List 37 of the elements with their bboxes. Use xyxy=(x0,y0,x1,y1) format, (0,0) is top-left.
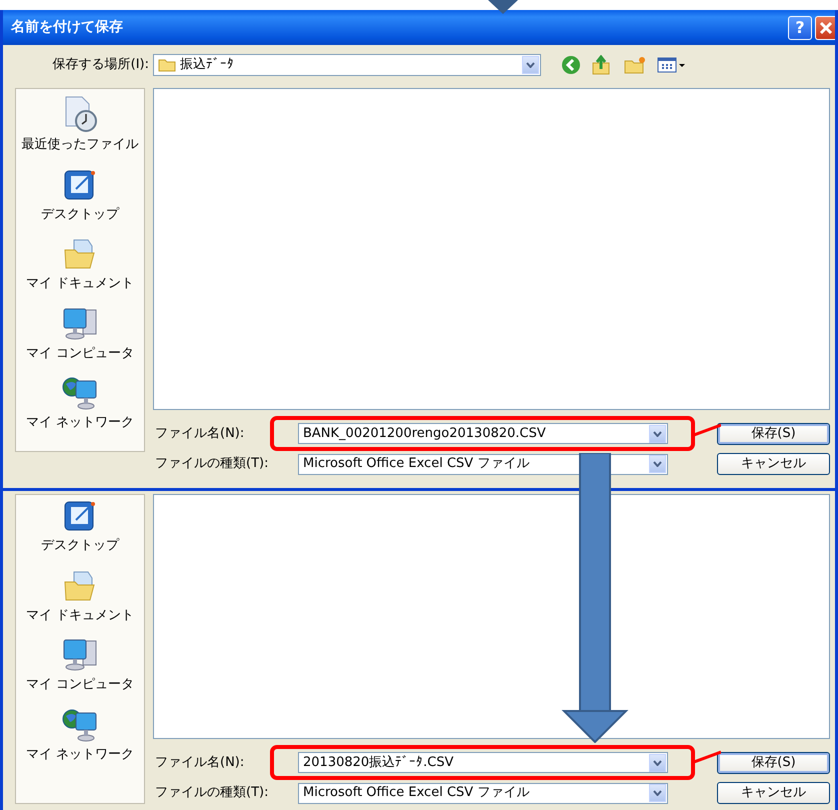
file-name-label: ファイル名(N): xyxy=(154,424,246,443)
places-item[interactable]: マイ コンピュータ xyxy=(26,637,134,694)
save-button[interactable]: 保存(S) xyxy=(717,422,830,444)
view-menu-icon[interactable] xyxy=(657,56,687,74)
window-title: 名前を付けて保存 xyxy=(11,18,124,37)
file-type-dropdown[interactable]: Microsoft Office Excel CSV ファイル xyxy=(298,782,668,804)
places-item[interactable]: デスクトップ xyxy=(41,498,119,556)
places-item[interactable]: マイ ネットワーク xyxy=(26,706,134,764)
arrow-tip-drawing xyxy=(488,0,518,14)
places-item[interactable]: 最近使ったファイル xyxy=(22,95,138,154)
location-text: 振込ﾃﾞｰﾀ xyxy=(180,56,234,74)
computer-icon xyxy=(60,637,99,673)
close-icon xyxy=(818,20,832,34)
globe-computer-icon xyxy=(60,375,99,411)
file-name-label: ファイル名(N): xyxy=(154,754,246,772)
location-dropdown[interactable]: 振込ﾃﾞｰﾀ xyxy=(153,54,541,76)
save-button[interactable]: 保存(S) xyxy=(717,752,830,774)
folder-icon xyxy=(158,58,176,72)
help-button[interactable]: ? xyxy=(788,16,812,40)
places-item[interactable]: マイ ネットワーク xyxy=(26,375,134,432)
back-icon[interactable] xyxy=(561,55,581,75)
places-item[interactable]: マイ コンピュータ xyxy=(26,306,134,363)
cancel-button[interactable]: キャンセル xyxy=(717,782,830,804)
file-type-label: ファイルの種類(T): xyxy=(154,455,270,474)
close-button[interactable] xyxy=(815,16,835,40)
places-item[interactable]: デスクトップ xyxy=(41,166,119,224)
cancel-button[interactable]: キャンセル xyxy=(717,453,830,475)
file-type-label: ファイルの種類(T): xyxy=(154,784,270,802)
places-item[interactable]: マイ ドキュメント xyxy=(26,568,134,625)
location-label: 保存する場所(I): xyxy=(52,56,150,74)
places-item[interactable]: マイ ドキュメント xyxy=(26,236,134,294)
file-type-dropdown[interactable]: Microsoft Office Excel CSV ファイル xyxy=(298,454,668,474)
computer-icon xyxy=(60,306,99,342)
new-folder-icon[interactable] xyxy=(623,55,647,75)
file-name-field[interactable]: BANK_00201200rengo20130820.CSV xyxy=(298,423,668,444)
globe-computer-icon xyxy=(60,706,99,742)
file-name-field[interactable]: 20130820振込ﾃﾞｰﾀ.CSV xyxy=(298,752,668,773)
